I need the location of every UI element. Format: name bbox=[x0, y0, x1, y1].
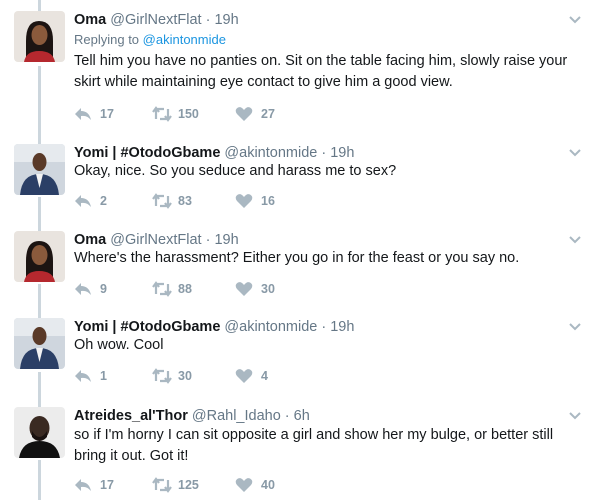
tweet-header: Oma @GirlNextFlat · 19h bbox=[74, 231, 239, 249]
reply-icon bbox=[74, 193, 92, 209]
tweet[interactable]: Yomi | #OtodoGbame @akintonmide · 19h Oh… bbox=[0, 318, 603, 398]
display-name[interactable]: Yomi | #OtodoGbame bbox=[74, 319, 220, 335]
separator-dot: · bbox=[205, 232, 211, 248]
heart-icon bbox=[235, 106, 253, 122]
reply-icon bbox=[74, 368, 92, 384]
like-count: 27 bbox=[261, 107, 275, 121]
avatar[interactable] bbox=[14, 318, 65, 369]
retweet-button[interactable]: 125 bbox=[152, 476, 199, 494]
retweet-icon bbox=[152, 281, 172, 297]
avatar[interactable] bbox=[14, 11, 65, 62]
tweet-header: Oma @GirlNextFlat · 19h bbox=[74, 11, 239, 29]
like-count: 4 bbox=[261, 369, 268, 383]
like-button[interactable]: 4 bbox=[235, 367, 268, 385]
tweet-text: Where's the harassment? Either you go in… bbox=[74, 250, 520, 266]
reply-button[interactable]: 1 bbox=[74, 367, 107, 385]
tweet-text: Okay, nice. So you seduce and harass me … bbox=[74, 163, 397, 179]
display-name[interactable]: Atreides_al'Thor bbox=[74, 408, 188, 424]
username[interactable]: @GirlNextFlat bbox=[110, 232, 201, 248]
chevron-down-icon[interactable] bbox=[568, 15, 582, 25]
tweet-header: Yomi | #OtodoGbame @akintonmide · 19h bbox=[74, 144, 354, 162]
retweet-button[interactable]: 30 bbox=[152, 367, 192, 385]
heart-icon bbox=[235, 477, 253, 493]
avatar[interactable] bbox=[14, 407, 65, 458]
tweet[interactable]: Oma @GirlNextFlat · 19h Replying to @aki… bbox=[0, 11, 603, 136]
heart-icon bbox=[235, 193, 253, 209]
display-name[interactable]: Oma bbox=[74, 232, 106, 248]
username[interactable]: @GirlNextFlat bbox=[110, 12, 201, 28]
reply-button[interactable]: 17 bbox=[74, 105, 114, 123]
separator-dot: · bbox=[321, 319, 327, 335]
reply-count: 2 bbox=[100, 194, 107, 208]
like-button[interactable]: 30 bbox=[235, 280, 275, 298]
display-name[interactable]: Oma bbox=[74, 12, 106, 28]
timestamp[interactable]: 19h bbox=[330, 319, 354, 335]
retweet-button[interactable]: 150 bbox=[152, 105, 199, 123]
tweet-text: Oh wow. Cool bbox=[74, 337, 164, 353]
reply-icon bbox=[74, 281, 92, 297]
separator-dot: · bbox=[205, 12, 211, 28]
reply-button[interactable]: 17 bbox=[74, 476, 114, 494]
like-button[interactable]: 40 bbox=[235, 476, 275, 494]
like-button[interactable]: 27 bbox=[235, 105, 275, 123]
username[interactable]: @akintonmide bbox=[224, 319, 317, 335]
replying-to-mention[interactable]: @akintonmide bbox=[143, 32, 226, 47]
separator-dot: · bbox=[284, 408, 290, 424]
timestamp[interactable]: 19h bbox=[330, 145, 354, 161]
retweet-button[interactable]: 88 bbox=[152, 280, 192, 298]
reply-count: 17 bbox=[100, 107, 114, 121]
like-count: 40 bbox=[261, 478, 275, 492]
tweet[interactable]: Oma @GirlNextFlat · 19h Where's the hara… bbox=[0, 231, 603, 311]
retweet-count: 83 bbox=[178, 194, 192, 208]
chevron-down-icon[interactable] bbox=[568, 411, 582, 421]
like-button[interactable]: 16 bbox=[235, 192, 275, 210]
retweet-button[interactable]: 83 bbox=[152, 192, 192, 210]
reply-count: 1 bbox=[100, 369, 107, 383]
retweet-icon bbox=[152, 368, 172, 384]
tweet-text: Tell him you have no panties on. Sit on … bbox=[74, 53, 568, 90]
reply-button[interactable]: 2 bbox=[74, 192, 107, 210]
timestamp[interactable]: 19h bbox=[214, 232, 238, 248]
separator-dot: · bbox=[321, 145, 327, 161]
timestamp[interactable]: 6h bbox=[294, 408, 310, 424]
like-count: 16 bbox=[261, 194, 275, 208]
reply-icon bbox=[74, 477, 92, 493]
tweet-header: Yomi | #OtodoGbame @akintonmide · 19h bbox=[74, 318, 354, 336]
chevron-down-icon[interactable] bbox=[568, 148, 582, 158]
replying-to-label: Replying to bbox=[74, 32, 140, 47]
retweet-count: 88 bbox=[178, 282, 192, 296]
username[interactable]: @Rahl_Idaho bbox=[192, 408, 281, 424]
timestamp[interactable]: 19h bbox=[214, 12, 238, 28]
reply-count: 17 bbox=[100, 478, 114, 492]
avatar[interactable] bbox=[14, 144, 65, 195]
retweet-icon bbox=[152, 477, 172, 493]
display-name[interactable]: Yomi | #OtodoGbame bbox=[74, 145, 220, 161]
retweet-count: 150 bbox=[178, 107, 199, 121]
reply-count: 9 bbox=[100, 282, 107, 296]
like-count: 30 bbox=[261, 282, 275, 296]
tweet-header: Atreides_al'Thor @Rahl_Idaho · 6h bbox=[74, 407, 310, 425]
reply-icon bbox=[74, 106, 92, 122]
retweet-icon bbox=[152, 106, 172, 122]
retweet-count: 30 bbox=[178, 369, 192, 383]
thread-line bbox=[38, 0, 41, 11]
tweet-text: so if I'm horny I can sit opposite a gir… bbox=[74, 427, 554, 464]
retweet-count: 125 bbox=[178, 478, 199, 492]
reply-button[interactable]: 9 bbox=[74, 280, 107, 298]
tweet[interactable]: Yomi | #OtodoGbame @akintonmide · 19h Ok… bbox=[0, 144, 603, 224]
heart-icon bbox=[235, 368, 253, 384]
username[interactable]: @akintonmide bbox=[224, 145, 317, 161]
avatar[interactable] bbox=[14, 231, 65, 282]
chevron-down-icon[interactable] bbox=[568, 235, 582, 245]
chevron-down-icon[interactable] bbox=[568, 322, 582, 332]
retweet-icon bbox=[152, 193, 172, 209]
tweet[interactable]: Atreides_al'Thor @Rahl_Idaho · 6h so if … bbox=[0, 407, 603, 500]
heart-icon bbox=[235, 281, 253, 297]
replying-to: Replying to @akintonmide bbox=[74, 32, 226, 47]
